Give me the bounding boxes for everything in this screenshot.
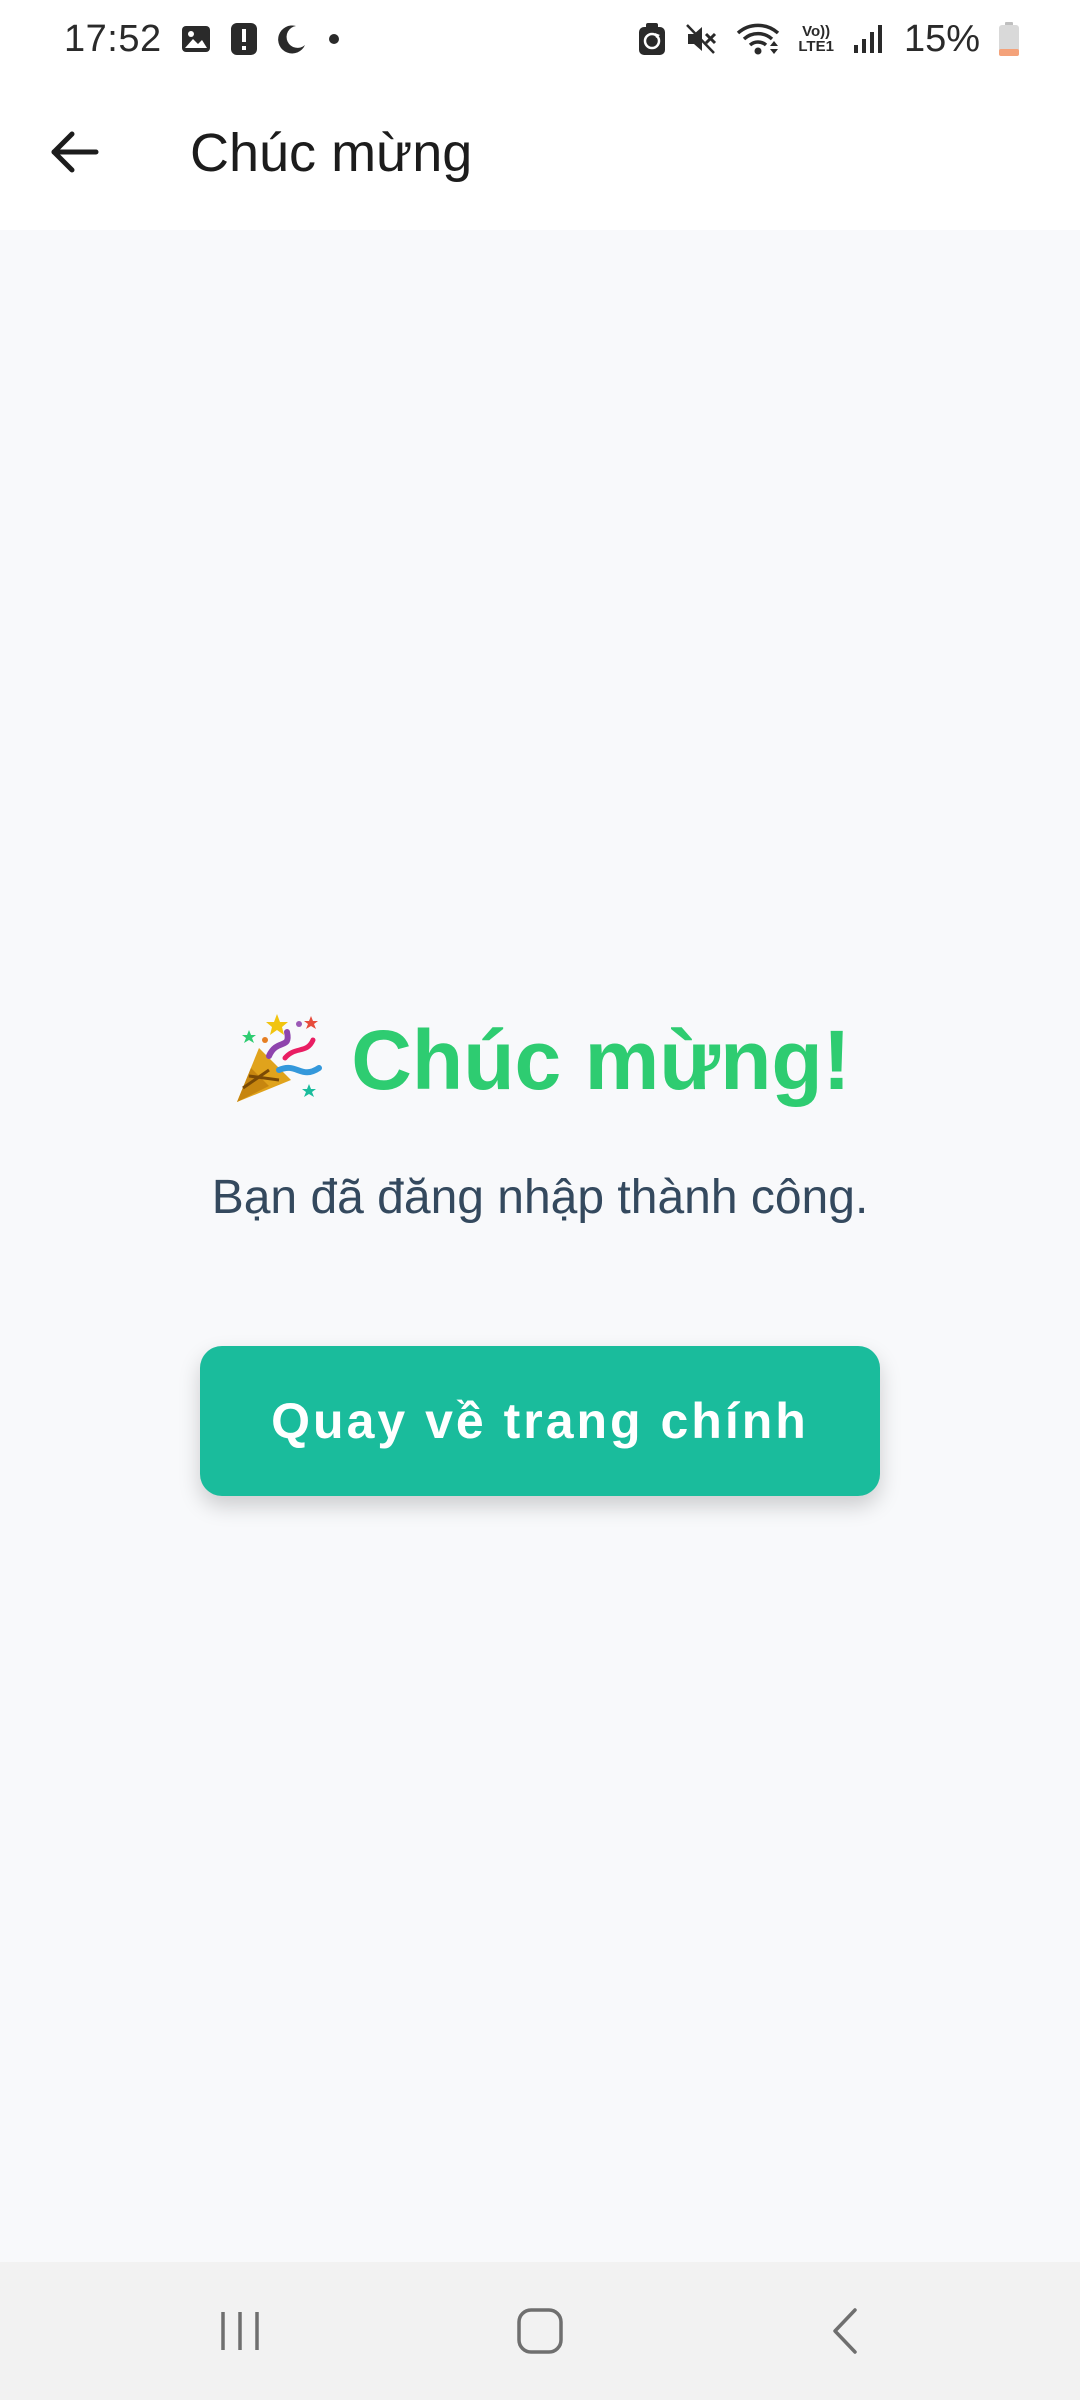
success-message: Bạn đã đăng nhập thành công.	[211, 1171, 869, 1224]
status-right: Vo)) LTE1 15%	[638, 18, 1020, 61]
battery-percent: 15%	[903, 17, 980, 60]
battery-icon	[998, 21, 1020, 57]
party-popper-icon	[229, 1010, 329, 1110]
main-content: Chúc mừng! Bạn đã đăng nhập thành công. …	[0, 230, 1080, 2262]
home-icon	[515, 2306, 565, 2356]
nav-home-button[interactable]	[440, 2262, 640, 2400]
return-home-button[interactable]: Quay về trang chính	[200, 1346, 880, 1496]
nav-back-button[interactable]	[745, 2262, 945, 2400]
status-left: 17:52	[64, 18, 342, 61]
volte-label-bottom: LTE1	[798, 38, 834, 55]
arrow-left-icon	[48, 126, 100, 178]
moon-icon	[276, 23, 308, 55]
dot-icon	[326, 31, 342, 47]
nav-recents-button[interactable]	[140, 2262, 340, 2400]
mute-icon	[684, 22, 718, 56]
alert-icon	[230, 22, 258, 56]
success-headline: Chúc mừng!	[0, 1010, 1080, 1110]
headline-text: Chúc mừng!	[351, 1012, 851, 1107]
back-button[interactable]	[38, 116, 110, 188]
signal-icon	[852, 23, 886, 55]
app-bar: Chúc mừng	[0, 78, 1080, 230]
volte-icon: Vo)) LTE1	[798, 24, 834, 54]
sync-icon	[638, 22, 666, 56]
volte-label-top: Vo))	[802, 23, 831, 40]
status-time: 17:52	[64, 17, 162, 60]
wifi-icon	[736, 22, 780, 56]
status-bar: 17:52 Vo)) LTE1 15%	[0, 0, 1080, 78]
recents-icon	[215, 2308, 265, 2354]
back-icon	[825, 2306, 865, 2356]
page-title: Chúc mừng	[190, 123, 473, 183]
system-nav-bar	[0, 2262, 1080, 2400]
gallery-icon	[180, 23, 212, 55]
